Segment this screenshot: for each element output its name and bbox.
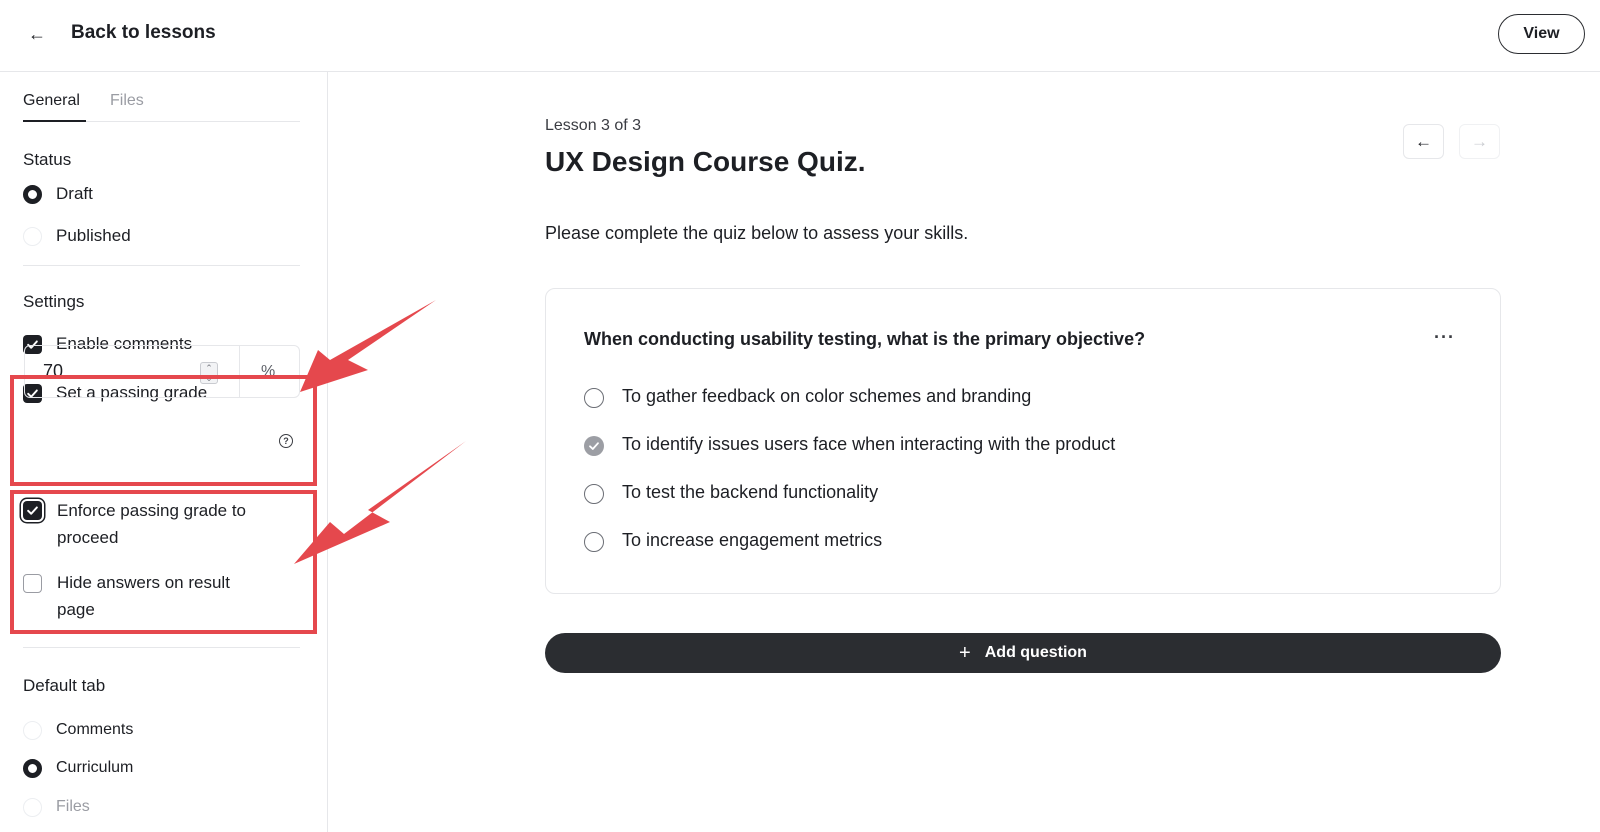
answer-radio[interactable] <box>584 388 604 408</box>
sidebar-tabs: General Files <box>23 92 300 122</box>
radio-files[interactable] <box>23 797 42 817</box>
previous-lesson-button[interactable]: ← <box>1403 124 1444 159</box>
radio-published[interactable] <box>23 226 42 246</box>
back-arrow-icon[interactable]: ← <box>28 24 48 44</box>
answer-label: To gather feedback on color schemes and … <box>622 386 1032 406</box>
status-option-label: Published <box>56 226 131 245</box>
status-heading: Status <box>23 150 72 169</box>
view-button[interactable]: View <box>1498 14 1585 54</box>
annotation-box-enforce-options <box>10 490 317 634</box>
answer-label: To increase engagement metrics <box>622 530 883 550</box>
answer-label: To identify issues users face when inter… <box>622 434 1116 454</box>
settings-heading: Settings <box>23 292 85 311</box>
status-option-label: Draft <box>56 184 93 203</box>
plus-icon: + <box>959 642 971 664</box>
answer-radio[interactable] <box>584 532 604 552</box>
annotation-box-passing-grade <box>10 375 317 486</box>
arrow-left-icon: ← <box>1415 131 1432 151</box>
default-tab-heading: Default tab <box>23 676 106 695</box>
answer-radio[interactable] <box>584 484 604 504</box>
correct-answer-check-icon[interactable] <box>584 436 604 456</box>
tab-files[interactable]: Files <box>110 92 144 122</box>
lesson-count: Lesson 3 of 3 <box>545 117 642 134</box>
radio-curriculum[interactable] <box>23 758 42 778</box>
back-to-lessons-link[interactable]: Back to lessons <box>71 22 216 44</box>
lesson-title: UX Design Course Quiz. <box>545 146 866 177</box>
default-tab-label: Curriculum <box>56 759 134 776</box>
lesson-intro: Please complete the quiz below to assess… <box>545 223 969 243</box>
question-card: When conducting usability testing, what … <box>545 288 1501 594</box>
add-question-button[interactable]: + Add question <box>545 633 1501 673</box>
question-text: When conducting usability testing, what … <box>584 329 1146 349</box>
divider <box>23 265 300 266</box>
default-tab-label: Comments <box>56 721 134 738</box>
tab-general[interactable]: General <box>23 92 86 122</box>
arrow-right-icon: → <box>1471 131 1488 151</box>
add-question-label: Add question <box>984 644 1087 661</box>
answer-label: To test the backend functionality <box>622 482 879 502</box>
divider <box>23 647 300 648</box>
next-lesson-button[interactable]: → <box>1459 124 1500 159</box>
more-options-icon[interactable]: ··· <box>1434 327 1455 348</box>
radio-comments[interactable] <box>23 720 42 740</box>
radio-draft[interactable] <box>23 184 42 204</box>
check-icon <box>589 442 599 450</box>
default-tab-label: Files <box>56 798 90 815</box>
top-bar: ← Back to lessons View <box>0 0 1600 72</box>
